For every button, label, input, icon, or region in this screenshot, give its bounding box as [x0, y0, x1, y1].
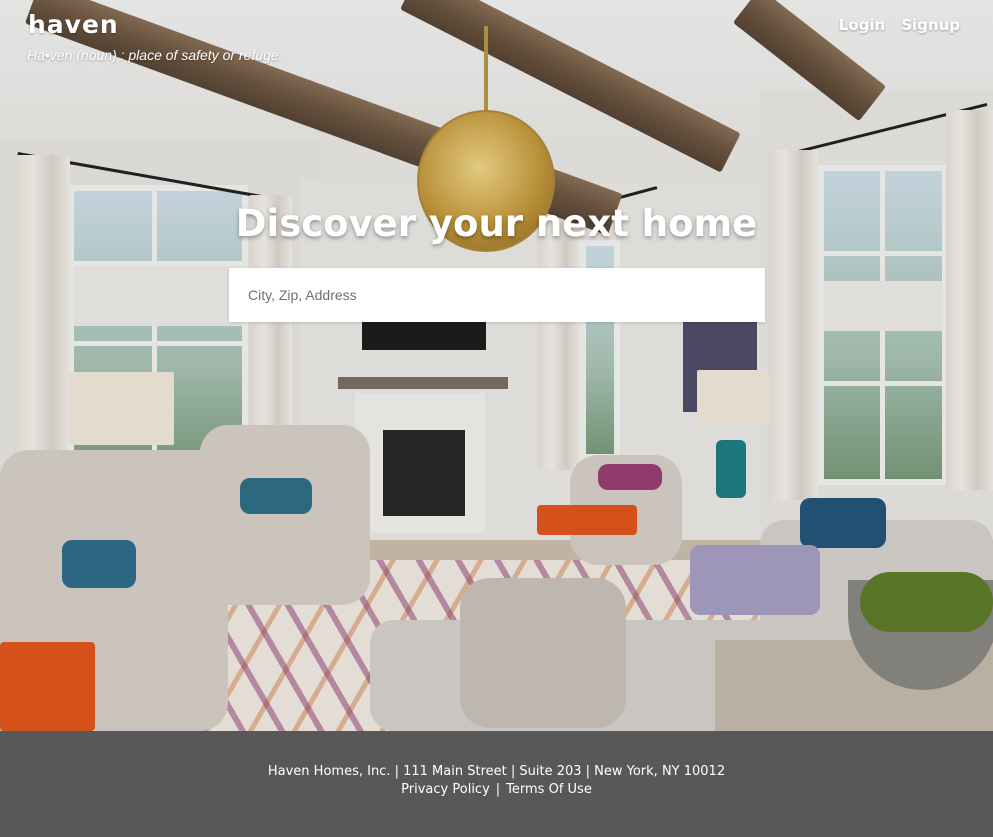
hero-headline: Discover your next home: [235, 202, 758, 245]
privacy-policy-link[interactable]: Privacy Policy: [401, 782, 490, 797]
terms-of-use-link[interactable]: Terms Of Use: [506, 782, 592, 797]
footer-separator: |: [495, 782, 501, 797]
hero-image: [0, 0, 993, 731]
signup-link[interactable]: Signup: [901, 16, 960, 34]
top-nav: Login Signup: [839, 16, 960, 34]
login-link[interactable]: Login: [839, 16, 885, 34]
tagline: Ha•ven (noun) : place of safety or refug…: [27, 47, 283, 63]
footer: Haven Homes, Inc. | 111 Main Street | Su…: [0, 731, 993, 837]
footer-links: Privacy Policy | Terms Of Use: [0, 782, 993, 797]
logo[interactable]: haven: [28, 10, 119, 39]
search-input[interactable]: [229, 268, 765, 322]
footer-address: Haven Homes, Inc. | 111 Main Street | Su…: [267, 764, 726, 779]
